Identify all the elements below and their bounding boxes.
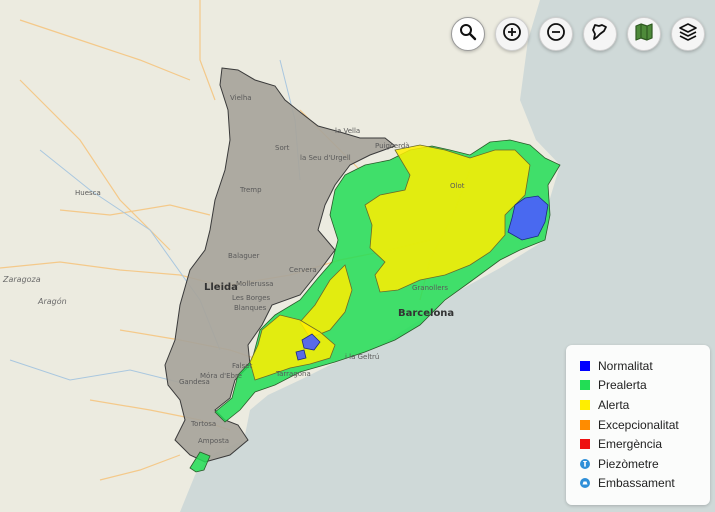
legend-label: Piezòmetre (598, 456, 659, 471)
place-label: Tarragona (275, 370, 311, 378)
legend-item-normalitat: Normalitat (580, 356, 710, 376)
legend-swatch (580, 439, 590, 450)
zoom-in-button[interactable] (495, 17, 529, 51)
legend-swatch (580, 399, 590, 410)
legend-item-prealerta: Prealerta (580, 376, 710, 396)
legend-label: Alerta (598, 397, 630, 412)
map-icon (634, 22, 654, 47)
region-outline-icon (590, 22, 610, 47)
place-label: Falset (232, 362, 253, 370)
map-legend: Normalitat Prealerta Alerta Excepcionali… (566, 345, 710, 505)
place-label: Puigcerdà (375, 142, 410, 150)
place-label: Barcelona (398, 308, 454, 319)
piezometer-icon (580, 458, 590, 469)
zoom-out-button[interactable] (539, 17, 573, 51)
legend-swatch (580, 419, 590, 430)
legend-label: Excepcionalitat (598, 417, 679, 432)
place-label: Gandesa (179, 378, 210, 386)
place-label: Sort (275, 144, 290, 152)
reservoir-icon (580, 478, 590, 489)
legend-swatch (580, 380, 590, 391)
zoom-in-icon (502, 22, 522, 47)
place-label: Zaragoza (2, 275, 41, 284)
place-label: i la Geltrú (345, 353, 379, 361)
place-label: Tortosa (190, 420, 216, 428)
legend-item-excepcionalitat: Excepcionalitat (580, 415, 710, 435)
place-label: Les Borges (232, 294, 271, 302)
legend-swatch (580, 360, 590, 371)
layers-icon (678, 22, 698, 47)
place-label: Cervera (289, 266, 317, 274)
place-label: Granollers (412, 284, 448, 292)
legend-label: Prealerta (598, 378, 647, 393)
place-label: Huesca (75, 189, 101, 197)
place-label: la Vella (335, 127, 360, 135)
place-label: Lleida (204, 282, 238, 293)
place-label: Olot (450, 182, 465, 190)
place-label: Balaguer (228, 252, 260, 260)
catalonia-outline-button[interactable] (583, 17, 617, 51)
map-toolbar (451, 17, 705, 51)
place-label: Aragón (37, 296, 67, 306)
place-label: Blanques (234, 304, 267, 312)
legend-item-alerta: Alerta (580, 395, 710, 415)
place-label: Vielha (230, 94, 252, 102)
legend-label: Normalitat (598, 358, 653, 373)
place-label: Tremp (239, 186, 262, 194)
legend-item-piezometre: Piezòmetre (580, 454, 710, 474)
legend-item-embassament: Embassament (580, 474, 710, 494)
place-label: Mollerussa (236, 280, 273, 288)
legend-item-emergencia: Emergència (580, 434, 710, 454)
legend-label: Embassament (598, 476, 675, 491)
legend-label: Emergència (598, 437, 663, 452)
search-icon (459, 23, 477, 46)
place-label: Amposta (198, 437, 229, 445)
basemap-button[interactable] (627, 17, 661, 51)
search-button[interactable] (451, 17, 485, 51)
place-label: la Seu d'Urgell (300, 154, 351, 162)
zoom-out-icon (546, 22, 566, 47)
layers-button[interactable] (671, 17, 705, 51)
